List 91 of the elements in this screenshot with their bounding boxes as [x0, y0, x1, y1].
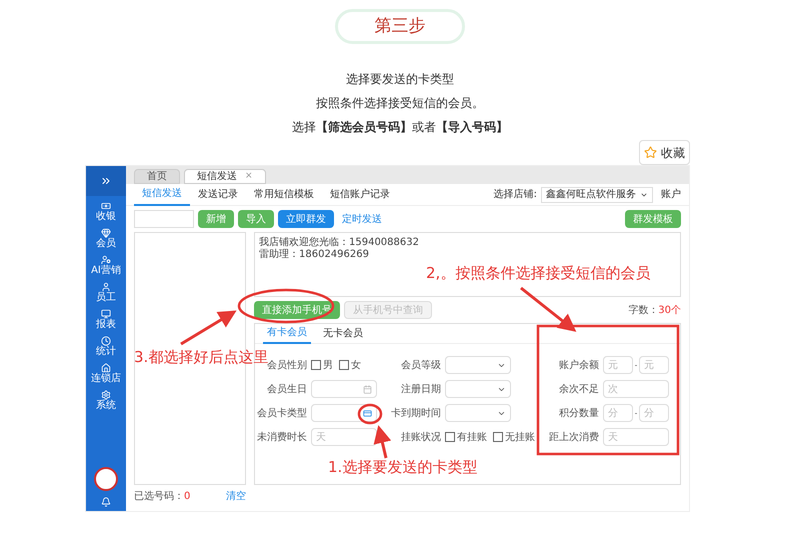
sidebar-item[interactable]: 统计: [96, 346, 116, 358]
star-icon: [644, 146, 657, 159]
store-label: 选择店铺:: [494, 188, 537, 202]
bell-icon[interactable]: [101, 497, 111, 507]
field-label: 余次不足: [558, 382, 599, 396]
close-icon[interactable]: ×: [245, 170, 253, 184]
input-field[interactable]: 元: [603, 356, 633, 374]
input-field[interactable]: 天: [311, 428, 377, 446]
select-field[interactable]: [445, 356, 511, 374]
checkbox[interactable]: [339, 360, 349, 370]
sidebar-icon[interactable]: [101, 201, 111, 211]
sidebar-item[interactable]: 员工: [96, 292, 116, 304]
instruction-text: 按照条件选择接受短信的会员。: [316, 95, 484, 112]
sidebar-icon[interactable]: [101, 282, 111, 292]
calendar-icon: [363, 384, 372, 394]
card-icon: [363, 408, 372, 418]
input-field[interactable]: 元: [639, 356, 669, 374]
toolbar-button[interactable]: 立即群发: [278, 210, 334, 228]
account-label: 账户: [661, 188, 681, 202]
store-select[interactable]: 鑫鑫何旺点软件服务: [541, 186, 653, 202]
message-text: 我店铺欢迎您光临：15940088632: [259, 237, 420, 248]
message-text: 雷助理：18602496269: [259, 249, 370, 261]
annotation-text: 1.选择要发送的卡类型: [328, 457, 478, 478]
sidebar-icon[interactable]: [100, 255, 111, 265]
sidebar-item[interactable]: 连锁店: [91, 373, 121, 385]
sidebar-item[interactable]: 收银: [96, 211, 116, 223]
checkbox[interactable]: [445, 432, 455, 442]
char-count-text: 字数：30个: [628, 304, 681, 318]
field-label: 未消费时长: [257, 430, 307, 444]
toolbar-button[interactable]: 导入: [238, 210, 274, 228]
checkbox-label: 有挂账: [457, 430, 487, 444]
template-button[interactable]: 群发模板: [625, 210, 681, 228]
sidebar-icon[interactable]: [101, 390, 111, 400]
member-tab[interactable]: 无卡会员: [319, 324, 367, 344]
card-type-field[interactable]: [311, 404, 377, 422]
instruction-text: 选择要发送的卡类型: [346, 71, 454, 88]
selected-count-text: 已选号码：0: [134, 490, 190, 504]
date-field[interactable]: [311, 380, 377, 398]
window-tab[interactable]: 首页: [134, 169, 180, 184]
avatar[interactable]: [94, 467, 118, 491]
checkbox-label: 无挂账: [505, 430, 535, 444]
sidebar-icon[interactable]: [101, 309, 111, 319]
sidebar-item[interactable]: 报表: [96, 319, 116, 331]
field-label: 会员卡类型: [257, 406, 307, 420]
sub-tab[interactable]: 常用短信模板: [246, 184, 322, 206]
sidebar-item[interactable]: 系统: [96, 400, 116, 412]
sidebar-item[interactable]: 会员: [96, 238, 116, 250]
field-label: 会员等级: [400, 358, 441, 372]
field-label: 账户余额: [558, 358, 599, 372]
select-field[interactable]: [445, 380, 511, 398]
tab-label: 短信发送: [197, 170, 237, 184]
sidebar-icon[interactable]: [101, 336, 111, 346]
member-tab[interactable]: 有卡会员: [263, 324, 311, 344]
field-label: 会员性别: [267, 360, 307, 372]
arrow-drawing: [180, 310, 237, 346]
input-field[interactable]: 分: [603, 404, 633, 422]
annotation-text: 3.都选择好后点这里: [134, 347, 268, 366]
clear-link[interactable]: 清空: [226, 488, 246, 504]
search-field[interactable]: [134, 210, 194, 228]
input-field[interactable]: 天: [603, 428, 669, 446]
arrow-drawing: [520, 286, 576, 332]
tab-label: 首页: [147, 170, 167, 184]
annotation-text: 2,。按照条件选择接受短信的会员: [426, 263, 650, 284]
field-label: 会员生日: [266, 382, 307, 396]
favorite-button[interactable]: 收藏: [639, 140, 690, 165]
checkbox[interactable]: [311, 360, 321, 370]
sub-tab[interactable]: 短信发送: [134, 184, 190, 206]
sidebar-icon[interactable]: [101, 228, 111, 238]
checkbox-label: 男: [323, 358, 333, 372]
field-label: 注册日期: [400, 382, 441, 396]
toolbar-button[interactable]: 新增: [198, 210, 234, 228]
checkbox[interactable]: [493, 432, 503, 442]
highlight-ellipse: [358, 404, 382, 424]
sub-tab[interactable]: 发送记录: [190, 184, 246, 206]
input-field[interactable]: 次: [603, 380, 669, 398]
step-badge: 第三步: [335, 9, 465, 44]
sub-tab[interactable]: 短信账户记录: [322, 184, 398, 206]
field-label: 距上次消费: [549, 430, 599, 444]
field-label: 积分数量: [558, 406, 599, 420]
sidebar-icon[interactable]: [101, 363, 111, 373]
arrow-drawing: [374, 425, 392, 458]
instruction-text: 选择【筛选会员号码】或者【导入号码】: [292, 119, 508, 136]
field-label: 挂账状况: [400, 430, 441, 444]
expand-icon[interactable]: [100, 175, 112, 187]
sidebar-item[interactable]: AI营销: [91, 265, 121, 277]
window-tab[interactable]: 短信发送 ×: [184, 169, 266, 184]
field-label: 卡到期时间: [391, 406, 441, 420]
input-field[interactable]: 分: [639, 404, 669, 422]
select-field[interactable]: [445, 404, 511, 422]
checkbox-label: 女: [351, 358, 361, 372]
toolbar-button[interactable]: 定时发送: [338, 210, 386, 228]
